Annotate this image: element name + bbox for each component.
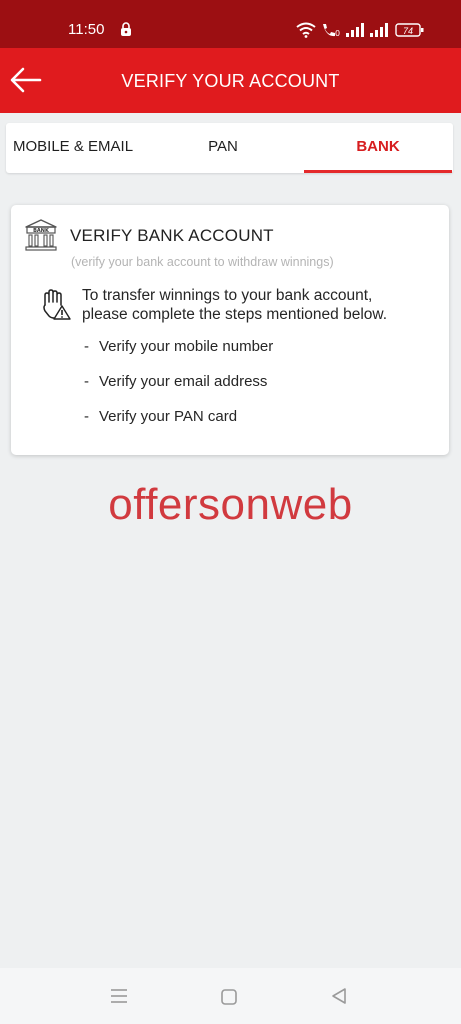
verification-tabs: MOBILE & EMAIL PAN BANK (6, 123, 453, 173)
step-text: Verify your PAN card (99, 408, 238, 425)
bank-icon: BANK (25, 219, 57, 251)
battery-level: 74 (403, 26, 413, 36)
bank-icon-label: BANK (33, 228, 50, 234)
list-item: - Verify your PAN card (84, 408, 238, 425)
step-text: Verify your email address (99, 373, 268, 390)
tab-bank[interactable]: BANK (304, 123, 452, 173)
instruction-line-2: please complete the steps mentioned belo… (82, 306, 388, 323)
card-subtitle: (verify your bank account to withdraw wi… (71, 255, 334, 269)
hand-warning-icon (43, 289, 71, 320)
battery-icon: 74 (395, 23, 424, 37)
home-square-icon[interactable] (220, 988, 238, 1006)
signal-icon (346, 23, 364, 37)
back-triangle-icon[interactable] (330, 987, 348, 1005)
call-icon: 0 (323, 24, 340, 38)
step-text: Verify your mobile number (99, 338, 274, 355)
signal-icon-2 (370, 23, 388, 37)
page-title: VERIFY YOUR ACCOUNT (121, 71, 340, 91)
verification-steps: - Verify your mobile number - Verify your … (84, 338, 273, 443)
svg-text:0: 0 (335, 29, 340, 38)
menu-icon[interactable] (109, 988, 129, 1004)
app-header: VERIFY YOUR ACCOUNT (0, 48, 461, 113)
card-title: VERIFY BANK ACCOUNT (70, 226, 274, 245)
instruction-line-1: To transfer winnings to your bank accoun… (82, 287, 373, 304)
list-item: - Verify your mobile number (84, 338, 274, 355)
status-bar: 11:50 0 74 (0, 0, 461, 48)
status-time: 11:50 (68, 21, 105, 38)
system-nav-bar (0, 968, 461, 1024)
active-tab-indicator (304, 170, 452, 173)
tab-mobile-email[interactable]: MOBILE & EMAIL (13, 123, 153, 173)
tab-pan[interactable]: PAN (153, 123, 293, 173)
notification-lock-icon (121, 22, 131, 36)
list-item: - Verify your email address (84, 373, 268, 390)
instructions-text: To transfer winnings to your bank accoun… (82, 286, 387, 324)
verify-bank-card: BANK VERIFY BANK ACCOUNT (verify your ba… (11, 205, 449, 455)
watermark: offersonweb (108, 480, 353, 529)
wifi-icon (296, 22, 316, 38)
